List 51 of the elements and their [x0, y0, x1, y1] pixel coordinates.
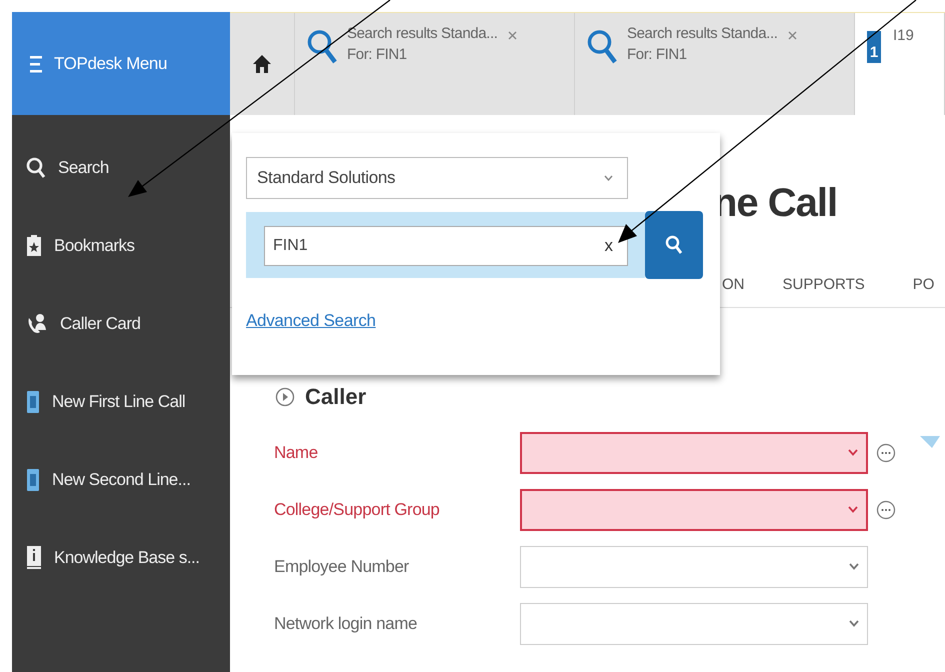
search-button[interactable] — [645, 211, 703, 279]
field-label: Network login name — [274, 614, 418, 634]
sidebar-item[interactable]: Knowledge Base s... — [12, 519, 230, 597]
advanced-search-link[interactable]: Advanced Search — [246, 311, 376, 331]
field-label: Name — [274, 442, 319, 462]
menu-title: TOPdesk Menu — [54, 54, 167, 74]
search-icon — [26, 157, 46, 179]
search-icon — [665, 235, 683, 255]
chevron-down-icon — [849, 620, 859, 627]
sidebar-item[interactable]: Bookmarks — [12, 207, 230, 285]
menu-header[interactable]: TOPdesk Menu — [12, 12, 230, 115]
home-icon — [253, 54, 271, 74]
tab-title: Search results Standa... — [627, 25, 778, 42]
sidebar-item[interactable]: Caller Card — [12, 285, 230, 363]
tab-subtitle: For: FIN1 — [347, 46, 408, 63]
section-tab[interactable]: SUPPORTS — [782, 276, 865, 293]
more-options-icon[interactable] — [876, 442, 896, 462]
field-label: Employee Number — [274, 556, 410, 576]
expand-icon[interactable] — [275, 387, 295, 407]
field-label: College/Support Group — [274, 500, 440, 520]
triangle-icon — [920, 436, 940, 448]
more-options-icon[interactable] — [876, 500, 896, 520]
call-tab[interactable]: 1 I19 — [855, 13, 945, 115]
dropdown-field[interactable] — [520, 488, 868, 530]
call-badge: 1 — [867, 31, 881, 63]
sidebar-item[interactable]: Search — [12, 129, 230, 207]
search-results-tab[interactable]: Search results Standa... For: FIN1 — [295, 13, 575, 115]
search-icon — [587, 29, 617, 65]
chevron-down-icon — [848, 506, 858, 513]
section-tab[interactable]: PO — [912, 276, 934, 293]
tab-subtitle: For: FIN1 — [627, 46, 688, 63]
source-dropdown[interactable]: Standard Solutions — [246, 157, 628, 199]
section-tab[interactable]: ON — [722, 276, 744, 293]
book-info-icon — [26, 546, 42, 570]
tab-title: I19 — [893, 27, 914, 44]
sidebar-item[interactable]: New Second Line... — [12, 441, 230, 519]
close-icon[interactable] — [788, 31, 796, 40]
phone-person-icon — [26, 313, 48, 335]
clear-button[interactable]: x — [604, 236, 613, 256]
tab-title: Search results Standa... — [347, 25, 498, 42]
chevron-down-icon — [848, 449, 858, 456]
sidebar-item[interactable]: New First Line Call — [12, 363, 230, 441]
search-icon — [307, 29, 337, 65]
chevron-down-icon — [604, 175, 613, 181]
menu-icon — [30, 54, 42, 72]
chevron-down-icon — [849, 563, 859, 570]
bookmark-icon — [26, 235, 42, 257]
dropdown-field[interactable] — [520, 432, 868, 474]
section-title: Caller — [305, 384, 366, 410]
search-field[interactable]: FIN1 x — [264, 226, 628, 266]
close-icon[interactable] — [508, 31, 516, 40]
